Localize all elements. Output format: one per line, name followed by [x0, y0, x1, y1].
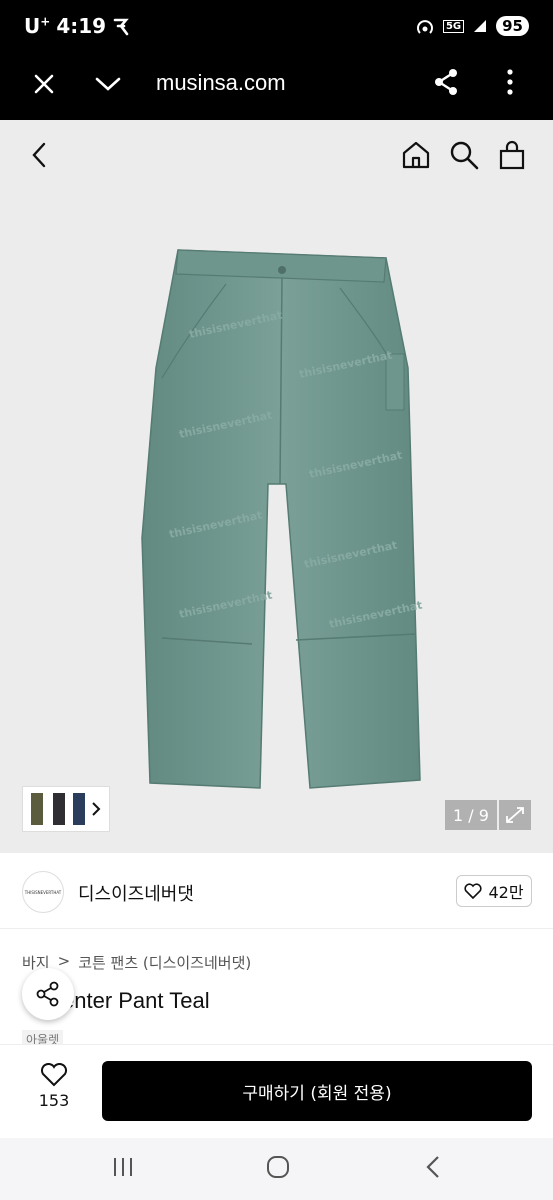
- product-image: thisisneverthat thisisneverthat thisisne…: [141, 249, 423, 789]
- status-right: 5G 95: [415, 16, 529, 36]
- bottom-action-bar: 153 구매하기 (회원 전용): [0, 1044, 553, 1138]
- signal-icon: [474, 20, 487, 32]
- chevron-down-icon[interactable]: [92, 68, 124, 100]
- thumbnail-image: [31, 793, 85, 825]
- clock: 4:19: [56, 14, 107, 38]
- system-nav-bar: [0, 1138, 553, 1200]
- heart-icon: [40, 1063, 68, 1087]
- thumbnail-strip[interactable]: [22, 786, 110, 832]
- more-options-icon[interactable]: [496, 66, 524, 98]
- buy-button[interactable]: 구매하기 (회원 전용): [102, 1061, 532, 1121]
- product-title: enter Pant Teal: [62, 988, 210, 1013]
- home-button-icon[interactable]: [266, 1155, 290, 1179]
- home-icon[interactable]: [398, 138, 434, 172]
- brand-logo[interactable]: THISISNEVERTHAT: [22, 871, 64, 913]
- browser-toolbar: musinsa.com: [0, 52, 553, 120]
- recent-apps-icon[interactable]: [112, 1156, 134, 1178]
- wishlist-button[interactable]: 153: [28, 1063, 80, 1110]
- battery-indicator: 95: [496, 16, 529, 36]
- expand-icon[interactable]: [499, 800, 531, 830]
- brand-row[interactable]: THISISNEVERTHAT 디스이즈네버댓 42만: [0, 853, 553, 929]
- carrier-label: U+: [24, 14, 51, 38]
- brand-like-button[interactable]: 42만: [456, 875, 532, 907]
- share-icon: [36, 981, 59, 1007]
- share-icon[interactable]: [430, 66, 462, 98]
- chevron-right-icon[interactable]: [89, 799, 103, 819]
- close-icon[interactable]: [28, 68, 60, 100]
- heart-icon: [464, 883, 482, 899]
- back-icon[interactable]: [424, 1155, 442, 1179]
- network-badge: 5G: [442, 19, 465, 33]
- hotspot-icon: [417, 20, 433, 34]
- breadcrumb-subcategory[interactable]: 코튼 팬츠 (디스이즈네버댓): [78, 952, 251, 973]
- brand-like-count: 42만: [488, 883, 524, 902]
- back-arrow-icon[interactable]: [24, 138, 54, 172]
- url-bar[interactable]: musinsa.com: [156, 70, 286, 96]
- shopping-bag-icon[interactable]: [494, 138, 530, 172]
- app-notification-icon: [113, 18, 129, 36]
- image-counter: 1 / 9: [445, 800, 497, 830]
- search-icon[interactable]: [446, 138, 482, 172]
- status-left: U+ 4:19: [24, 14, 132, 38]
- wishlist-count: 153: [38, 1091, 70, 1110]
- product-gallery[interactable]: thisisneverthat thisisneverthat thisisne…: [0, 120, 553, 853]
- share-fab-button[interactable]: [22, 968, 74, 1020]
- brand-name[interactable]: 디스이즈네버댓: [78, 880, 194, 906]
- status-bar: U+ 4:19 5G 95: [0, 0, 553, 52]
